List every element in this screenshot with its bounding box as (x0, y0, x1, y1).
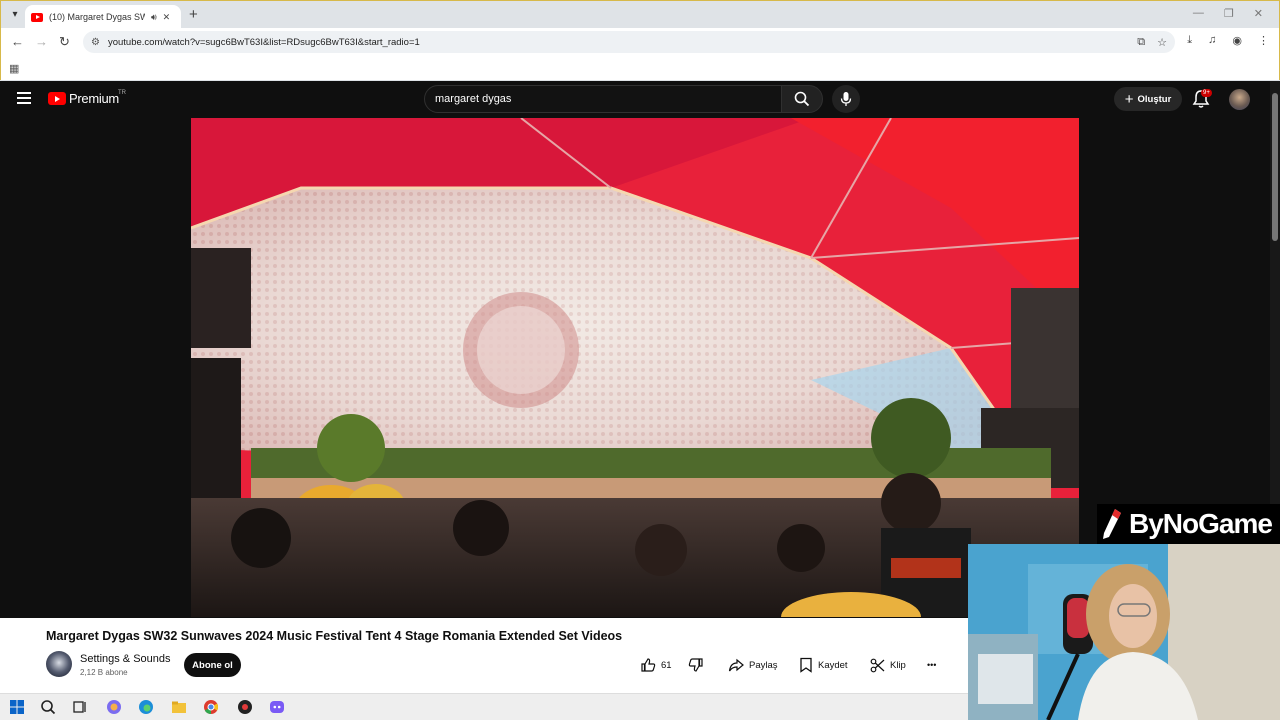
edge-browser-icon[interactable] (138, 699, 154, 715)
clip-label: Klip (890, 659, 906, 671)
recording-app-icon[interactable] (237, 699, 253, 715)
webcam-feed-image (968, 544, 1280, 720)
plus-icon: + (1124, 90, 1134, 108)
scissors-icon (870, 658, 885, 672)
chrome-icon[interactable] (203, 699, 219, 715)
create-button[interactable]: + Oluştur (1114, 87, 1182, 111)
scroll-thumb[interactable] (1272, 93, 1278, 241)
file-explorer-icon[interactable] (171, 699, 187, 715)
share-button[interactable]: Paylaş (728, 653, 778, 677)
tab-strip: ▾ (10) Margaret Dygas SW32 🔊︎ ✕ + — ❐ ✕ (0, 0, 1280, 29)
dislike-button[interactable] (688, 653, 704, 677)
forward-icon[interactable]: → (35, 34, 48, 49)
windows-start-icon[interactable] (9, 699, 25, 715)
subscribe-button[interactable]: Abone ol (184, 653, 241, 677)
notifications-badge: 9+ (1201, 89, 1212, 97)
video-title: Margaret Dygas SW32 Sunwaves 2024 Music … (46, 629, 623, 643)
bookmark-icon (800, 657, 812, 673)
install-app-icon[interactable]: ⧉ (1137, 36, 1145, 49)
close-tab-icon[interactable]: ✕ (163, 12, 171, 23)
search-button[interactable] (781, 85, 823, 113)
video-meta: Margaret Dygas SW32 Sunwaves 2024 Music … (0, 618, 968, 693)
thumbs-up-icon (641, 658, 656, 672)
new-tab-icon[interactable]: + (189, 6, 198, 23)
subscriber-count: 2,12 B abone (80, 668, 128, 677)
tab-title: (10) Margaret Dygas SW32 (49, 12, 145, 22)
channel-avatar[interactable] (46, 651, 72, 677)
browser-toolbar: ← → ↻ ⚙ youtube.com/watch?v=sugc6BwT63I&… (0, 28, 1280, 56)
youtube-play-logo-icon (48, 92, 66, 105)
bynogame-logo-icon (1103, 509, 1121, 539)
save-button[interactable]: Kaydet (799, 653, 848, 677)
clip-button[interactable]: Klip (870, 653, 906, 677)
like-count: 61 (661, 659, 672, 671)
download-icon[interactable]: ⤓ (1187, 34, 1192, 47)
video-player[interactable] (191, 118, 1079, 617)
brand-text: ByNoGame (1129, 508, 1273, 539)
share-icon (728, 658, 744, 672)
taskbar-search-icon[interactable] (40, 699, 56, 715)
menu-kebab-icon[interactable]: ⋮ (1258, 34, 1269, 47)
copilot-icon[interactable] (106, 699, 122, 715)
address-bar[interactable]: ⚙ youtube.com/watch?v=sugc6BwT63I&list=R… (83, 31, 1175, 53)
profile-icon[interactable]: ◉ (1232, 34, 1242, 47)
share-label: Paylaş (749, 659, 778, 671)
thumbs-down-icon (688, 658, 703, 672)
url-text: youtube.com/watch?v=sugc6BwT63I&list=RDs… (107, 36, 420, 48)
search-query: margaret dygas (435, 93, 512, 105)
window-controls: — ❐ ✕ (1193, 7, 1263, 20)
search-input[interactable]: margaret dygas (424, 85, 782, 113)
apps-grid-icon[interactable]: ▦ (9, 62, 19, 75)
webcam-overlay (968, 544, 1280, 720)
like-button[interactable]: 61 (640, 653, 672, 677)
save-label: Kaydet (818, 659, 848, 671)
close-window-icon[interactable]: ✕ (1254, 7, 1263, 20)
channel-name[interactable]: Settings & Sounds (80, 653, 171, 665)
minimize-icon[interactable]: — (1193, 7, 1204, 20)
browser-chrome: ▾ (10) Margaret Dygas SW32 🔊︎ ✕ + — ❐ ✕ … (0, 0, 1280, 81)
bookmark-star-icon[interactable]: ☆ (1157, 36, 1167, 49)
video-frame-image (191, 118, 1079, 617)
audio-playing-icon[interactable]: 🔊︎ (151, 12, 157, 23)
account-avatar[interactable] (1229, 89, 1250, 110)
voice-search-button[interactable] (832, 85, 860, 113)
site-info-icon[interactable]: ⚙ (91, 37, 100, 48)
create-label: Oluştur (1137, 93, 1172, 105)
restore-icon[interactable]: ❐ (1224, 7, 1234, 20)
task-view-icon[interactable] (72, 699, 88, 715)
youtube-logo[interactable]: Premium (48, 91, 119, 106)
logo-text: Premium (69, 91, 119, 106)
reload-icon[interactable]: ↻ (59, 34, 70, 50)
bookmarks-bar: ▦ (0, 56, 1280, 80)
logo-region: TR (118, 90, 126, 96)
hamburger-menu-icon[interactable] (17, 92, 31, 104)
masthead: Premium TR margaret dygas + Oluştur 9+ (0, 81, 1270, 119)
youtube-favicon-icon (31, 12, 43, 22)
media-controls-icon[interactable]: ♫ (1208, 34, 1216, 47)
discord-icon[interactable] (269, 699, 285, 715)
more-actions-button[interactable]: ••• (927, 653, 936, 677)
microphone-icon (840, 92, 852, 106)
browser-tab[interactable]: (10) Margaret Dygas SW32 🔊︎ ✕ (25, 5, 181, 29)
bynogame-brand-overlay: ByNoGame (1097, 504, 1280, 544)
back-icon[interactable]: ← (11, 34, 24, 49)
search-icon (794, 91, 810, 107)
tab-search-icon[interactable]: ▾ (7, 7, 23, 23)
